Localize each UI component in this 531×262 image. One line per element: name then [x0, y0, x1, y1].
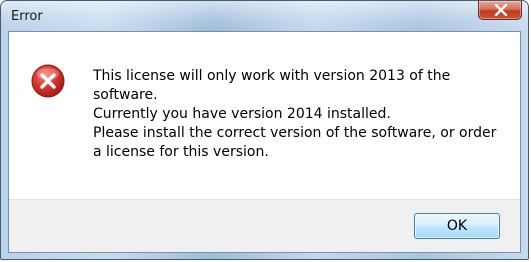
window-title: Error: [11, 9, 43, 24]
error-message: This license will only work with version…: [93, 67, 513, 162]
message-line: Currently you have version 2014 installe…: [93, 106, 391, 122]
ok-button[interactable]: OK: [414, 213, 500, 239]
close-icon: [494, 4, 508, 16]
button-bar: OK: [9, 199, 520, 252]
error-dialog-window: Error This license will only work with v…: [0, 0, 529, 260]
close-button[interactable]: [478, 1, 522, 20]
message-line: This license will only work with version…: [93, 68, 451, 84]
message-line: software.: [93, 87, 158, 103]
message-line: a license for this version.: [93, 144, 269, 160]
title-bar[interactable]: Error: [1, 1, 528, 31]
dialog-content: This license will only work with version…: [8, 31, 521, 253]
error-icon: [31, 64, 65, 98]
message-line: Please install the correct version of th…: [93, 125, 497, 141]
